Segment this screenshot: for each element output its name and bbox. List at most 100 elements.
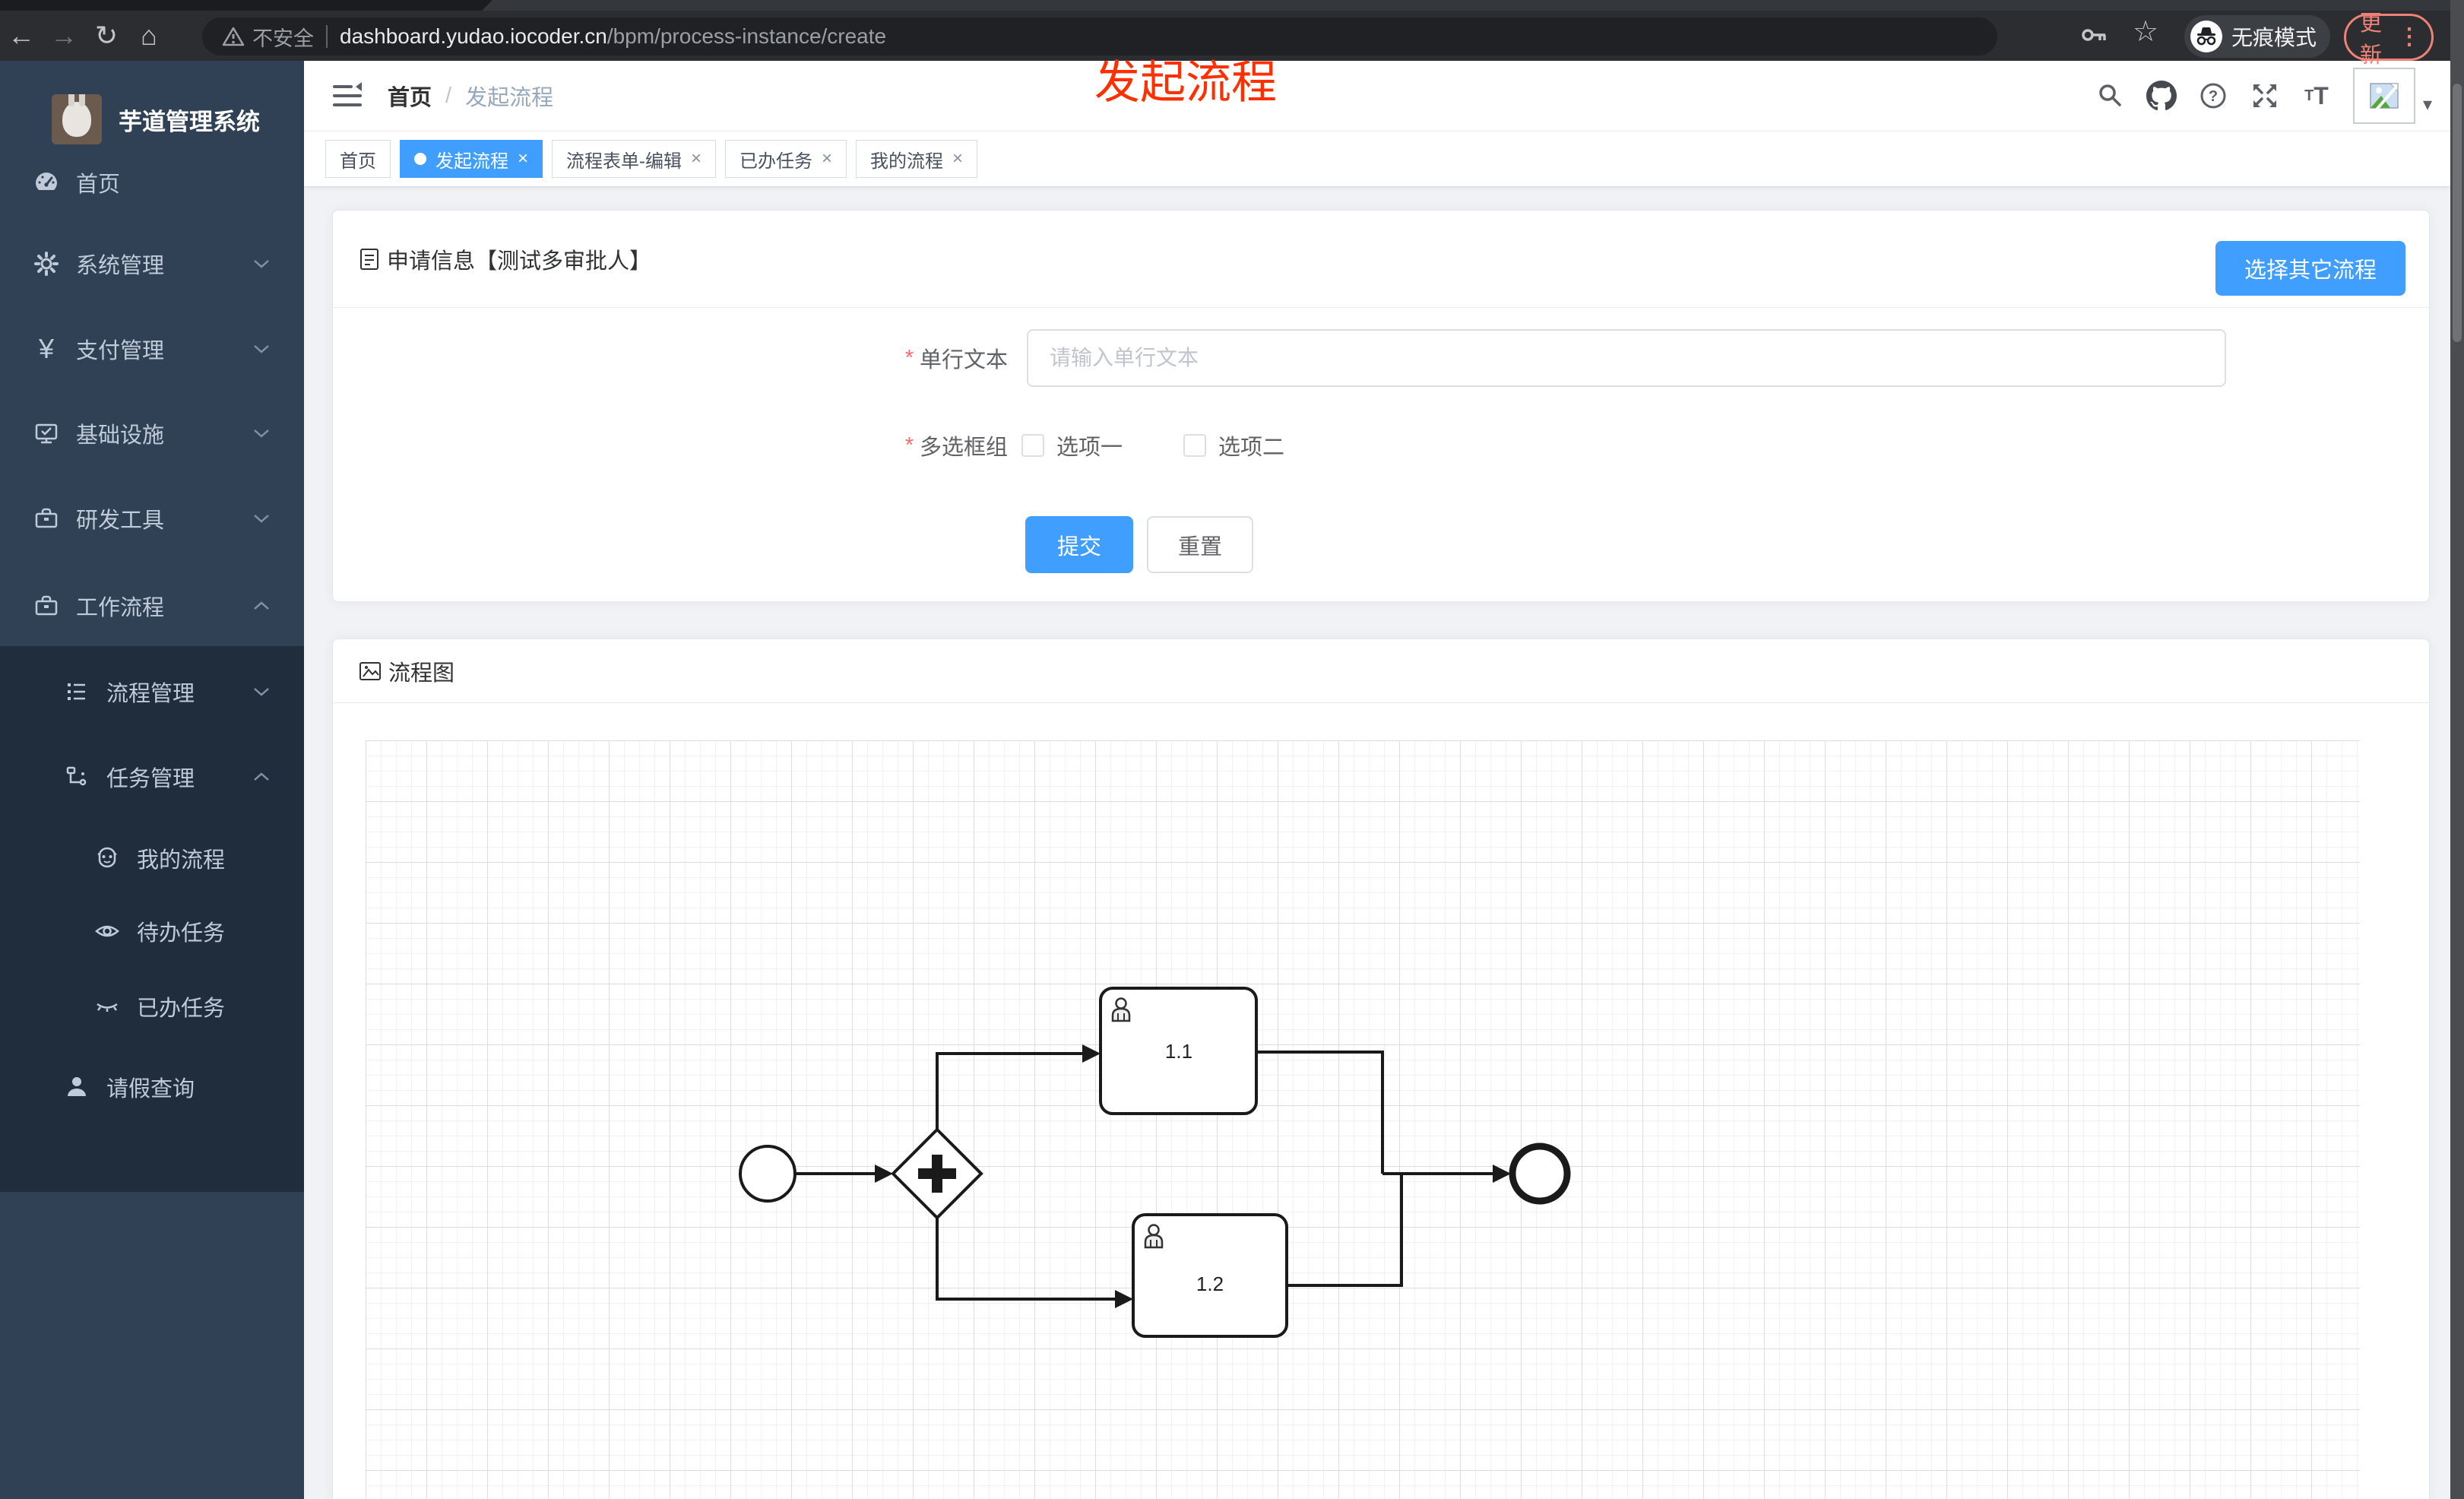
sidebar-item-system[interactable]: 系统管理 (0, 221, 304, 306)
close-icon[interactable]: × (822, 148, 832, 170)
bookmark-star-icon[interactable]: ☆ (2133, 14, 2158, 49)
sidebar-item-leave-query[interactable]: 请假查询 (0, 1044, 304, 1130)
forward-icon[interactable]: → (43, 11, 85, 61)
password-key-icon[interactable] (2079, 21, 2110, 49)
browser-update-chip[interactable]: 更新 ⋮ (2344, 11, 2434, 68)
chevron-down-icon (254, 429, 269, 438)
breadcrumb: 首页 / 发起流程 (388, 61, 553, 131)
sidebar-item-done-tasks[interactable]: 已办任务 (0, 964, 304, 1049)
scrollbar-thumb[interactable] (2453, 84, 2462, 342)
breadcrumb-current: 发起流程 (465, 86, 554, 110)
close-icon[interactable]: × (518, 148, 528, 170)
bpmn-user-task-1-1: 1.1 (1099, 987, 1258, 1115)
eye-closed-icon (97, 1003, 118, 1012)
not-secure-warning-icon (222, 27, 245, 46)
scrollbar[interactable] (2450, 0, 2464, 1499)
chevron-down-icon (254, 260, 269, 268)
sidebar-toggle-icon[interactable] (331, 81, 363, 111)
tree-list-icon (68, 683, 85, 700)
avatar-caret-icon[interactable]: ▾ (2423, 93, 2432, 116)
help-icon[interactable]: ? (2187, 61, 2239, 131)
app-header: 首页 / 发起流程 ? T T ▾ (304, 61, 2450, 131)
yen-icon: ¥ (38, 333, 55, 364)
tab-my-process[interactable]: 我的流程 × (856, 140, 978, 178)
url-domain: dashboard.yudao.iocoder.cn (340, 24, 607, 48)
github-icon[interactable] (2136, 61, 2187, 131)
reload-icon[interactable]: ↻ (85, 11, 128, 61)
option1-checkbox[interactable] (1021, 434, 1044, 457)
sidebar-item-devtools[interactable]: 研发工具 (0, 476, 304, 561)
toolbox-icon (35, 595, 58, 616)
sidebar-item-process-mgmt[interactable]: 流程管理 (0, 649, 304, 734)
svg-text:1.2: 1.2 (1196, 1272, 1224, 1295)
eye-icon (95, 925, 119, 937)
main-content: 首页 / 发起流程 ? T T ▾ 首页 发起流程 × 流程表单-编辑 × 已办… (304, 61, 2450, 1499)
bpmn-canvas[interactable]: 1.1 1.2 (333, 704, 2429, 1499)
flow-diagram-card: 流程图 1.1 1.2 (332, 639, 2430, 1499)
chevron-down-icon (254, 345, 269, 353)
bpmn-start-event (739, 1145, 797, 1203)
tags-view: 首页 发起流程 × 流程表单-编辑 × 已办任务 × 我的流程 × (304, 131, 2450, 187)
close-icon[interactable]: × (691, 148, 702, 170)
app-title: 芋道管理系统 (119, 108, 260, 135)
sidebar: 芋道管理系统 首页 系统管理 ¥ 支付管理 基础设施 研发工具 工作流程 流程管… (0, 61, 304, 1499)
monitor-icon (35, 423, 58, 444)
avatar[interactable] (2352, 68, 2415, 124)
browser-menu-kebab-icon[interactable]: ⋮ (2398, 26, 2421, 49)
sidebar-item-infrastructure[interactable]: 基础设施 (0, 391, 304, 476)
bpmn-parallel-gateway (891, 1127, 983, 1220)
back-icon[interactable]: ← (0, 11, 43, 61)
not-secure-label: 不安全 (252, 27, 314, 50)
url-path: /bpm/process-instance/create (606, 24, 887, 48)
tab-form-edit[interactable]: 流程表单-编辑 × (552, 140, 717, 178)
tab-home[interactable]: 首页 (325, 140, 391, 178)
flow-diagram-card-header: 流程图 (333, 639, 2429, 703)
close-icon[interactable]: × (952, 148, 963, 170)
browser-tab-strip (0, 0, 2464, 11)
bpmn-end-event (1509, 1142, 1571, 1205)
user-icon (68, 1077, 86, 1096)
robot-icon (97, 847, 117, 868)
reset-button[interactable]: 重置 (1147, 516, 1253, 573)
tab-start-process[interactable]: 发起流程 × (400, 140, 543, 178)
sidebar-item-payment[interactable]: ¥ 支付管理 (0, 306, 304, 391)
submit-button[interactable]: 提交 (1025, 516, 1133, 573)
sidebar-item-todo-tasks[interactable]: 待办任务 (0, 889, 304, 974)
chevron-up-icon (254, 601, 269, 610)
chevron-down-icon (254, 688, 269, 696)
choose-other-process-button[interactable]: 选择其它流程 (2215, 241, 2405, 296)
tab-done-tasks[interactable]: 已办任务 × (725, 140, 847, 178)
sidebar-item-task-mgmt[interactable]: 任务管理 (0, 734, 304, 819)
dashboard-icon (36, 173, 57, 190)
single-line-text-input[interactable] (1027, 329, 2226, 387)
option1-label[interactable]: 选项一 (1056, 429, 1123, 461)
option2-label[interactable]: 选项二 (1218, 429, 1284, 461)
app-logo-avatar (52, 94, 102, 144)
sidebar-item-home[interactable]: 首页 (0, 140, 304, 225)
apply-info-card: 申请信息【测试多审批人】 选择其它流程 * 单行文本 * 多选框组 选项一 选项… (332, 210, 2430, 602)
font-size-icon[interactable]: TT (2291, 61, 2342, 131)
incognito-badge: 无痕模式 (2184, 15, 2330, 58)
apply-info-card-header: 申请信息【测试多审批人】 (333, 211, 2429, 308)
checkbox-group-label: * 多选框组 (904, 433, 1008, 461)
sidebar-item-workflow[interactable]: 工作流程 (0, 563, 304, 648)
svg-text:1.1: 1.1 (1165, 1040, 1192, 1063)
incognito-label: 无痕模式 (2231, 26, 2317, 49)
home-icon[interactable]: ⌂ (128, 11, 170, 61)
flow-diagram-title: 流程图 (388, 661, 455, 686)
option2-checkbox[interactable] (1183, 434, 1207, 457)
required-mark: * (904, 433, 914, 458)
toolbox-icon (35, 508, 58, 528)
chevron-up-icon (254, 772, 269, 781)
checkbox-group: 选项一 选项二 (1021, 417, 1345, 474)
breadcrumb-home[interactable]: 首页 (388, 80, 432, 112)
incognito-icon (2190, 21, 2222, 52)
text-field-label: * 单行文本 (904, 345, 1008, 373)
image-icon (359, 661, 381, 680)
document-icon (360, 248, 378, 270)
active-tab-dot (414, 153, 426, 165)
bpmn-user-task-1-2: 1.2 (1132, 1213, 1288, 1338)
search-icon[interactable] (2084, 61, 2136, 131)
update-label[interactable]: 更新 (2360, 5, 2398, 69)
fullscreen-icon[interactable] (2239, 61, 2291, 131)
